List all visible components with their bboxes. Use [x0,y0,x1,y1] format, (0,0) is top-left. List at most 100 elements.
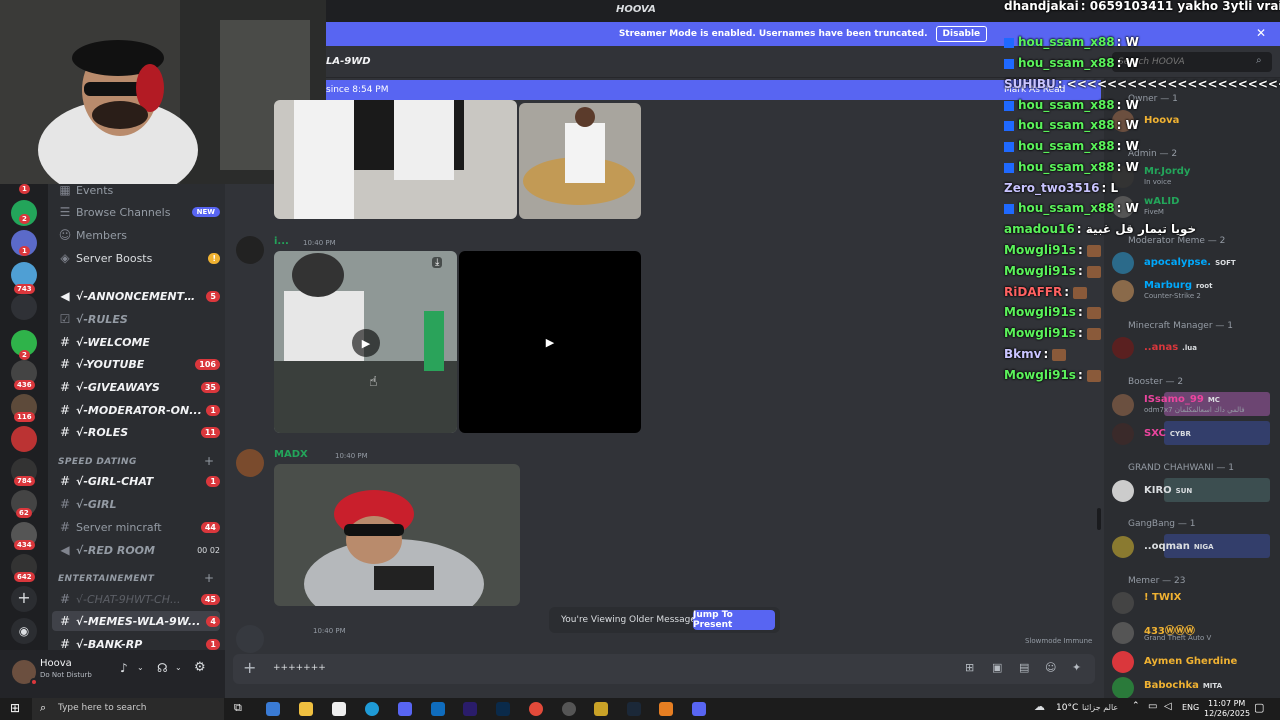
download-icon[interactable]: ⤓ [432,257,443,268]
channel-rules[interactable]: ☑ √-RULES [52,309,220,329]
stream-chat-user: RiDAFFR [1004,285,1063,299]
jump-to-present-button[interactable]: Jump To Present [693,610,775,630]
windows-start-icon[interactable]: ⊞ [10,701,20,715]
network-icon[interactable]: ▭ [1148,701,1157,712]
apps-icon[interactable]: ✦ [1072,661,1081,674]
channel-memes[interactable]: # √-MEMES-WLA-9W... 4 [52,611,220,631]
server-icon[interactable] [11,426,37,452]
hash-icon: # [59,474,71,488]
message-author[interactable]: i... [274,236,289,247]
add-channel-icon[interactable]: + [204,571,214,585]
sidebar-item-members[interactable]: ☺ Members [52,225,220,245]
avatar[interactable] [236,236,264,264]
store-icon[interactable] [266,702,280,716]
chevron-up-icon[interactable]: ⌃ [1132,701,1140,711]
image-attachment[interactable] [519,103,641,219]
member-item[interactable]: KIRO SUN [1112,478,1278,504]
microphone-icon[interactable]: ♪ [120,661,128,675]
emoji-icon[interactable]: ☺ [1045,661,1056,674]
language-indicator[interactable]: ENG [1182,703,1199,712]
add-server-icon[interactable]: + [11,586,37,612]
gif-icon[interactable]: ▣ [992,661,1002,674]
attach-icon[interactable]: + [243,658,256,677]
prime-badge-icon [1004,203,1014,214]
message-composer[interactable]: + +++++++ ⊞ ▣ ▤ ☺ ✦ [233,654,1095,684]
steam-icon[interactable] [627,702,641,716]
message-author[interactable]: MADX [274,449,308,460]
channel-announcements[interactable]: ◀ √-ANNONCEMENTS... 5 [52,286,220,306]
volume-icon[interactable]: ◁ [1164,701,1172,712]
play-icon[interactable]: ▶ [352,329,380,357]
channel-moderator[interactable]: # √-MODERATOR-ON... 1 [52,400,220,420]
premiere-icon[interactable] [463,702,477,716]
member-item[interactable]: Aymen Gherdine [1112,649,1278,675]
sidebar-item-server-boosts[interactable]: ◈ Server Boosts ! [52,248,220,268]
clock-time[interactable]: 11:07 PM [1208,699,1245,708]
sticker-icon[interactable]: ▤ [1019,661,1029,674]
channel-roles[interactable]: # √-ROLES 11 [52,422,220,442]
channel-youtube[interactable]: # √-YOUTUBE 106 [52,354,220,374]
taskbar-search[interactable]: ⌕ Type here to search [32,698,224,720]
chevron-down-icon[interactable]: ⌄ [137,663,144,672]
photoshop-icon[interactable] [496,702,510,716]
channel-girl-chat[interactable]: # √-GIRL-CHAT 1 [52,471,220,491]
clock-date[interactable]: 12/26/2025 [1204,709,1250,718]
sidebar-item-events[interactable]: ▦ Events [52,180,220,200]
channel-girl[interactable]: # √-GIRL [52,494,220,514]
gift-icon[interactable]: ⊞ [965,661,974,674]
member-item[interactable]: ..oqman NIGA [1112,534,1278,560]
member-item[interactable]: ! TWIX [1112,590,1278,616]
channel-giveaways[interactable]: # √-GIVEAWAYS 35 [52,377,220,397]
category-speed-dating[interactable]: SPEED DATING [58,457,137,467]
app-root: HOOVA Streamer Mode is enabled. Username… [0,0,1280,720]
scrollbar-thumb[interactable] [1097,508,1101,530]
chrome-icon[interactable] [529,702,543,716]
headset-icon[interactable]: ☊ [157,661,168,675]
channel-chat[interactable]: # √-CHAT-9HWT-CH... 45 [52,589,220,609]
member-item[interactable]: SXC CYBR [1112,421,1278,447]
channel-red-room[interactable]: ◀ √-RED ROOM 00 02 [52,540,220,560]
app-icon[interactable] [594,702,608,716]
image-attachment[interactable] [274,100,517,219]
stream-chat-message: SUHIBU: <<<<<<<<<<<<<<<<<<<<<<<<<<<<<< [1004,77,1280,91]
gear-icon[interactable]: ⚙ [194,660,206,675]
explore-icon[interactable]: ◉ [11,618,37,644]
stream-chat-message: Mowgli91s: [1004,368,1101,382]
discord-icon[interactable] [692,702,706,716]
channel-server-mincraft[interactable]: # Server mincraft 44 [52,517,220,537]
avatar [1112,536,1134,558]
app-icon[interactable] [659,702,673,716]
category-entertainement[interactable]: ENTERTAINEMENT [58,574,154,584]
chevron-down-icon[interactable]: ⌄ [175,663,182,672]
user-panel: Hoova Do Not Disturb ♪ ⌄ ☊ ⌄ ⚙ [0,650,225,698]
window-title: HOOVA [616,4,656,15]
outlook-icon[interactable] [431,702,445,716]
member-item[interactable]: 433ⓌⓌⓌ Grand Theft Auto V [1112,620,1278,646]
edge-icon[interactable] [365,702,379,716]
taskbar-search-input[interactable]: Type here to search [58,703,146,713]
message-input[interactable]: +++++++ [273,663,326,673]
avatar [1112,423,1134,445]
avatar[interactable] [236,625,264,653]
notification-icon[interactable]: ▢ [1254,701,1264,714]
new-messages-bar[interactable]: since 8:54 PM Mark As Read [326,80,1101,100]
notepad-icon[interactable] [332,702,346,716]
app-icon[interactable] [562,702,576,716]
server-icon[interactable] [11,294,37,320]
image-attachment[interactable] [274,464,520,606]
sidebar-item-browse-channels[interactable]: ☰ Browse Channels NEW [52,202,220,222]
avatar[interactable] [236,449,264,477]
stream-chat-text: : <<<<<<<<<<<<<<<<<<<<<<<<<<<<<< [1057,77,1280,91]
play-icon[interactable]: ▶ [536,328,564,356]
disable-button[interactable]: Disable [935,26,988,42]
add-channel-icon[interactable]: + [204,454,214,468]
channel-label: √-MODERATOR-ON... [76,403,202,417]
stream-chat-text: : [1077,368,1083,382]
discord-icon[interactable] [398,702,412,716]
file-explorer-icon[interactable] [299,702,313,716]
channel-welcome[interactable]: # √-WELCOME [52,332,220,352]
member-item[interactable]: ISsamo_99 MC odm7x7 فالمي داك اسعالمكلمان [1112,392,1278,418]
video-attachment[interactable]: ▶ [459,251,641,433]
video-attachment[interactable]: ▶ ⤓ [274,251,457,433]
task-view-icon[interactable]: ⧉ [234,701,242,715]
